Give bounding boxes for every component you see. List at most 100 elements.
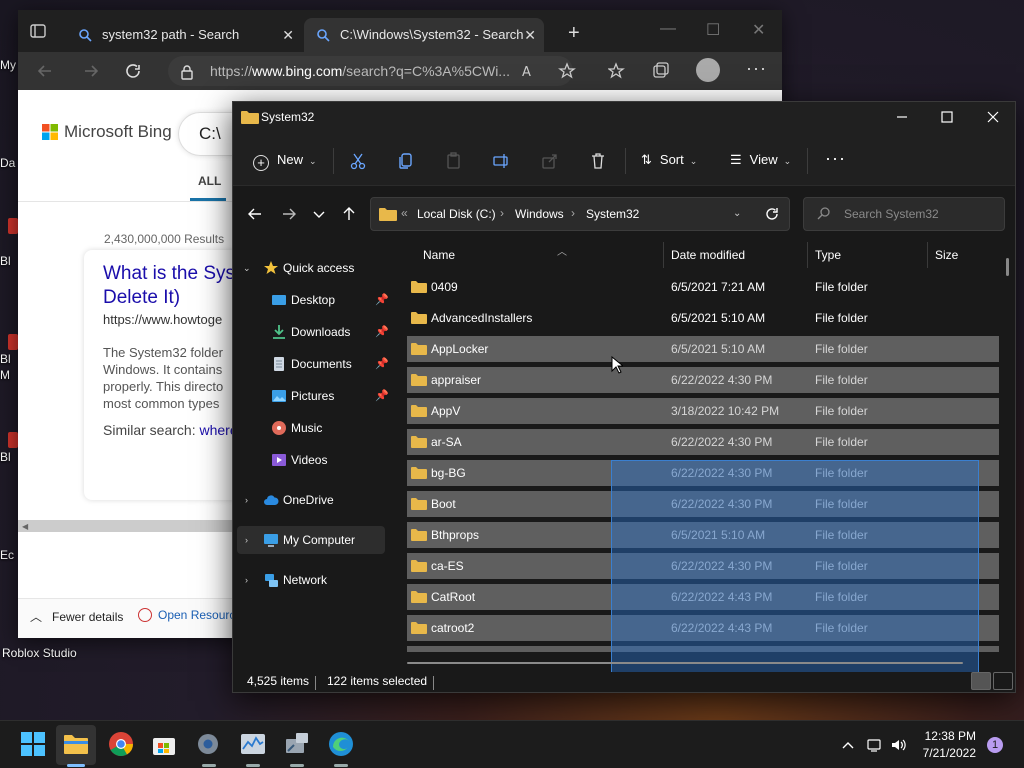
breadcrumb-system32[interactable]: System32 — [586, 207, 639, 221]
chevron-right-icon[interactable]: › — [245, 566, 248, 594]
pin-icon[interactable]: 📌 — [375, 286, 389, 314]
notification-badge[interactable]: 1 — [987, 737, 1003, 753]
table-row[interactable]: Boot 6/22/2022 4:30 PM File folder — [407, 491, 999, 517]
lock-icon[interactable] — [180, 64, 194, 80]
sidebar-item-quick-access[interactable]: ⌄ Quick access — [239, 254, 389, 282]
column-header-name[interactable]: Name ︿ — [415, 242, 663, 268]
back-icon[interactable] — [247, 206, 263, 222]
sort-button[interactable]: ⇅ Sort ⌄ — [641, 152, 697, 168]
clock-time[interactable]: 12:38 PM — [924, 729, 976, 743]
desktop-icon-label[interactable]: Roblox Studio — [2, 646, 77, 660]
settings-icon[interactable] — [195, 731, 221, 757]
table-row[interactable]: appraiser 6/22/2022 4:30 PM File folder — [407, 367, 999, 393]
address-bar[interactable]: « Local Disk (C:) › Windows › System32 ⌄ — [370, 197, 790, 231]
desktop-icon-label[interactable]: Ec — [0, 548, 14, 562]
sidebar-item-pictures[interactable]: Pictures 📌 — [239, 382, 389, 410]
sidebar-item-music[interactable]: Music — [239, 414, 389, 442]
fewer-details-button[interactable]: ︿ Fewer details — [30, 608, 123, 625]
desktop-icon-label[interactable]: Bl — [0, 352, 11, 366]
refresh-icon[interactable] — [764, 206, 780, 222]
volume-icon[interactable] — [890, 737, 906, 753]
sidebar-item-my-computer[interactable]: › My Computer — [237, 526, 385, 554]
table-row[interactable]: 0409 6/5/2021 7:21 AM File folder — [407, 274, 999, 300]
app-icon[interactable] — [8, 432, 18, 448]
maximize-icon[interactable] — [938, 108, 956, 126]
chevron-down-icon[interactable]: ⌄ — [243, 254, 251, 282]
column-header-date-modified[interactable]: Date modified — [663, 242, 807, 268]
start-icon[interactable] — [20, 731, 46, 757]
forward-icon[interactable] — [281, 206, 297, 222]
refresh-icon[interactable] — [124, 62, 142, 80]
file-explorer-icon[interactable] — [63, 731, 89, 757]
favorites-icon[interactable] — [608, 62, 626, 80]
desktop-icon-label[interactable]: Da — [0, 156, 15, 170]
breadcrumb-local-disk[interactable]: Local Disk (C:) — [417, 207, 496, 221]
chevron-right-icon[interactable]: › — [245, 486, 248, 514]
cut-icon[interactable] — [349, 152, 367, 170]
sidebar-item-desktop[interactable]: Desktop 📌 — [239, 286, 389, 314]
close-icon[interactable]: ✕ — [752, 20, 765, 40]
table-row[interactable]: ca-ES 6/22/2022 4:30 PM File folder — [407, 553, 999, 579]
minimize-icon[interactable] — [893, 108, 911, 126]
table-row[interactable]: CatRoot 6/22/2022 4:43 PM File folder — [407, 584, 999, 610]
vertical-scrollbar[interactable] — [1006, 258, 1009, 276]
new-button[interactable]: + New ⌄ — [253, 152, 317, 171]
details-view-button[interactable] — [971, 672, 991, 690]
table-row-partial[interactable] — [407, 646, 999, 652]
horizontal-scrollbar[interactable] — [18, 520, 238, 532]
store-icon[interactable] — [151, 731, 177, 757]
network-status-icon[interactable] — [866, 737, 882, 753]
open-resource-link[interactable]: Open Resourc — [138, 608, 235, 622]
result-url[interactable]: https://www.howtoge — [103, 312, 222, 327]
more-options-icon[interactable]: ··· — [746, 58, 767, 79]
task-manager-icon[interactable] — [240, 731, 266, 757]
tools-icon[interactable] — [284, 731, 310, 757]
pin-icon[interactable]: 📌 — [375, 318, 389, 346]
share-icon[interactable] — [541, 152, 559, 170]
read-aloud-icon[interactable]: A — [520, 62, 538, 80]
column-header-size[interactable]: Size — [927, 242, 1007, 268]
browser-tab[interactable]: system32 path - Search ✕ — [66, 18, 302, 52]
chrome-icon[interactable] — [108, 731, 134, 757]
add-favorite-icon[interactable] — [558, 62, 576, 80]
rename-icon[interactable] — [493, 152, 511, 170]
sidebar-item-network[interactable]: › Network — [239, 566, 389, 594]
breadcrumb-overflow[interactable]: « — [401, 206, 408, 220]
explorer-title-bar[interactable]: System32 — [233, 102, 1015, 134]
chevron-right-icon[interactable]: › — [245, 526, 248, 554]
collections-icon[interactable] — [652, 62, 670, 80]
desktop-icon-label[interactable]: M — [0, 368, 10, 382]
sidebar-item-onedrive[interactable]: › OneDrive — [239, 486, 389, 514]
app-icon[interactable] — [8, 218, 18, 234]
delete-icon[interactable] — [589, 152, 607, 170]
profile-avatar[interactable] — [696, 58, 720, 82]
horizontal-scrollbar[interactable] — [407, 662, 963, 664]
sidebar-item-videos[interactable]: Videos — [239, 446, 389, 474]
table-row[interactable]: Bthprops 6/5/2021 5:10 AM File folder — [407, 522, 999, 548]
breadcrumb-windows[interactable]: Windows — [515, 207, 564, 221]
back-icon[interactable] — [36, 62, 54, 80]
table-row[interactable]: bg-BG 6/22/2022 4:30 PM File folder — [407, 460, 999, 486]
tab-actions-icon[interactable] — [30, 23, 46, 39]
column-header-type[interactable]: Type — [807, 242, 927, 268]
address-bar[interactable]: https://www.bing.com/search?q=C%3A%5CWi.… — [168, 56, 573, 86]
sidebar-item-downloads[interactable]: Downloads 📌 — [239, 318, 389, 346]
minimize-icon[interactable]: — — [660, 20, 676, 38]
bing-logo-text[interactable]: Microsoft Bing — [64, 122, 172, 142]
pin-icon[interactable]: 📌 — [375, 382, 389, 410]
result-title-link[interactable]: What is the Sys Delete It) — [103, 262, 243, 310]
desktop-icon-label[interactable]: Bl — [0, 450, 11, 464]
close-tab-icon[interactable]: ✕ — [524, 18, 536, 52]
paste-icon[interactable] — [445, 152, 463, 170]
up-icon[interactable] — [341, 206, 357, 222]
see-more-icon[interactable]: ··· — [825, 148, 846, 169]
recent-locations-icon[interactable] — [311, 206, 327, 222]
chevron-down-icon[interactable]: ⌄ — [733, 208, 741, 219]
close-tab-icon[interactable]: ✕ — [282, 18, 294, 52]
maximize-icon[interactable]: ☐ — [706, 20, 720, 40]
desktop-icon-label[interactable]: My — [0, 58, 16, 72]
chevron-up-icon[interactable] — [840, 737, 856, 753]
view-button[interactable]: ☰ View ⌄ — [730, 152, 791, 168]
pin-icon[interactable]: 📌 — [375, 350, 389, 378]
table-row[interactable]: catroot2 6/22/2022 4:43 PM File folder — [407, 615, 999, 641]
